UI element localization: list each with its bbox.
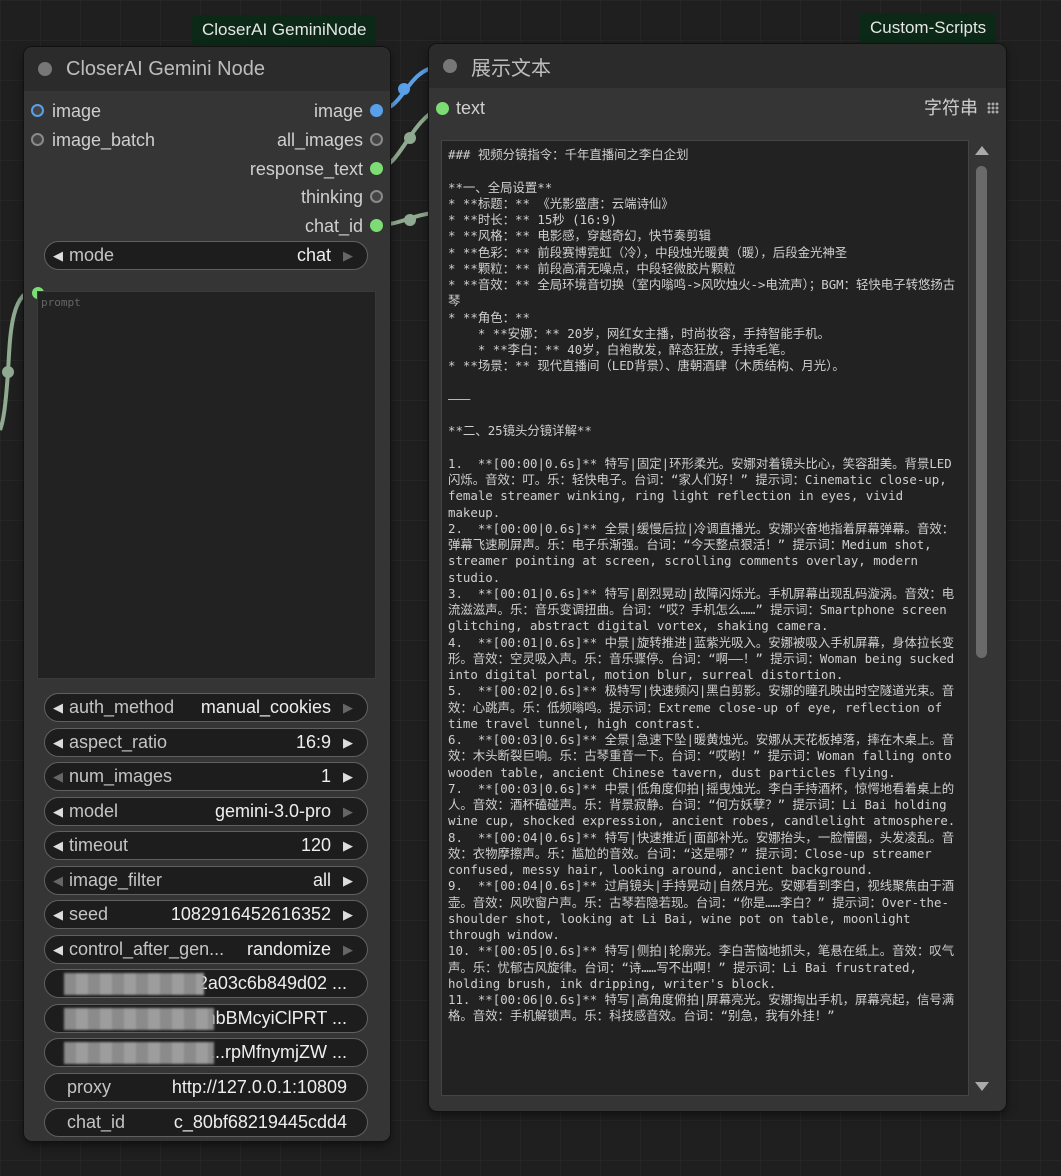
output-response-text-socket[interactable] [370,162,383,175]
gemini-node[interactable]: CloserAI Gemini Node image image_batch i… [24,47,390,1141]
widget-value: 16:9 [295,732,331,752]
widget-value: 1 [320,766,331,786]
wire-prompt-knot [2,366,14,378]
text-input-label: text [456,98,486,118]
increment-arrow-icon[interactable]: ▶ [343,942,359,958]
decrement-arrow-icon[interactable]: ◀ [53,769,69,785]
scrollbar[interactable] [971,140,993,1096]
widget-value: manual_cookies [200,697,331,717]
node-source-badge: CloserAI GeminiNode [192,15,377,45]
widget-seed[interactable]: ◀ seed 1082916452616352 ▶ [44,900,368,929]
proxy-value: http://127.0.0.1:10809 [171,1077,347,1097]
input-image-batch-label: image_batch [52,130,156,150]
widget-aspect-ratio[interactable]: ◀ aspect_ratio 16:9 ▶ [44,728,368,757]
widget-image-filter[interactable]: ◀ image_filter all ▶ [44,866,368,895]
prompt-textarea[interactable]: prompt [37,291,376,679]
output-image-socket[interactable] [370,104,383,117]
scroll-thumb[interactable] [976,166,987,658]
widget-label: control_after_gen... [69,939,225,959]
input-image-socket[interactable] [31,104,44,117]
text-node-title: 展示文本 [471,57,551,80]
widget-control-after-gen[interactable]: ◀ control_after_gen... randomize ▶ [44,935,368,964]
increment-arrow-icon[interactable]: ▶ [343,907,359,923]
widget-label: num_images [69,766,173,786]
input-image-batch-socket[interactable] [31,133,44,146]
redacted-blur [64,973,204,995]
output-chat-id-label: chat_id [304,216,363,236]
mode-label: mode [69,245,115,265]
increment-arrow-icon[interactable]: ▶ [343,769,359,785]
gemini-node-title: CloserAI Gemini Node [66,57,265,80]
output-thinking-label: thinking [300,187,363,207]
redacted-blur [64,1008,214,1030]
gemini-node-title-bar[interactable]: CloserAI Gemini Node [24,47,390,91]
text-input-socket[interactable] [436,102,449,115]
proxy-field[interactable]: proxy http://127.0.0.1:10809 [44,1073,368,1102]
widget-model[interactable]: ◀ model gemini-3.0-pro ▶ [44,797,368,826]
widget-num-images[interactable]: ◀ num_images 1 ▶ [44,762,368,791]
decrement-arrow-icon[interactable]: ◀ [53,700,69,716]
wire-image-knot [398,83,410,95]
increment-arrow-icon[interactable]: ▶ [343,838,359,854]
chat-id-label: chat_id [67,1112,126,1132]
scroll-down-icon[interactable] [975,1082,989,1091]
chat-id-field[interactable]: chat_id c_80bf68219445cdd4 [44,1108,368,1137]
widget-label: timeout [69,835,129,855]
output-response-text-label: response_text [249,159,363,179]
collapse-dot-icon[interactable] [38,62,52,76]
increment-arrow-icon[interactable]: ▶ [343,248,359,264]
decrement-arrow-icon[interactable]: ◀ [53,735,69,751]
collapse-dot-icon[interactable] [443,59,457,73]
output-all-images-socket[interactable] [370,133,383,146]
widget-label: aspect_ratio [69,732,168,752]
wire-chat-id-knot [404,214,416,226]
wire-response-knot [404,132,416,144]
widget-value: all [312,870,331,890]
output-chat-id-socket[interactable] [370,219,383,232]
widget-auth-method[interactable]: ◀ auth_method manual_cookies ▶ [44,693,368,722]
widget-value: randomize [246,939,331,959]
chat-id-value: c_80bf68219445cdd4 [173,1112,347,1132]
widget-value: 1082916452616352 [170,904,331,924]
mode-value: chat [296,245,331,265]
redacted-blur [64,1042,214,1064]
increment-arrow-icon[interactable]: ▶ [343,735,359,751]
widget-value: 120 [300,835,331,855]
increment-arrow-icon[interactable]: ▶ [343,804,359,820]
type-label: 字符串 [924,98,978,118]
widget-value: gemini-3.0-pro [214,801,331,821]
widget-label: model [69,801,119,821]
text-display-node[interactable]: 展示文本 text 字符串 ### 视频分镜指令：千年直播间之李白企划 **一、… [429,44,1006,1111]
increment-arrow-icon[interactable]: ▶ [343,873,359,889]
decrement-arrow-icon[interactable]: ◀ [53,804,69,820]
decrement-arrow-icon[interactable]: ◀ [53,942,69,958]
decrement-arrow-icon[interactable]: ◀ [53,907,69,923]
text-node-title-bar[interactable]: 展示文本 [429,44,1006,88]
decrement-arrow-icon[interactable]: ◀ [53,838,69,854]
input-image-label: image [52,101,102,121]
widget-label: auth_method [69,697,175,717]
scroll-up-icon[interactable] [975,146,989,155]
prompt-placeholder: prompt [41,296,81,309]
increment-arrow-icon[interactable]: ▶ [343,700,359,716]
widget-label: seed [69,904,109,924]
decrement-arrow-icon[interactable]: ◀ [53,873,69,889]
output-all-images-label: all_images [276,130,363,150]
node-source-badge-right: Custom-Scripts [860,13,997,43]
mode-combo[interactable]: ◀ mode chat ▶ [44,241,368,270]
decrement-arrow-icon[interactable]: ◀ [53,248,69,264]
widget-label: image_filter [69,870,163,890]
output-thinking-socket[interactable] [370,190,383,203]
widget-timeout[interactable]: ◀ timeout 120 ▶ [44,831,368,860]
output-text-area[interactable]: ### 视频分镜指令：千年直播间之李白企划 **一、全局设置** * **标题：… [441,140,969,1096]
proxy-label: proxy [67,1077,112,1097]
output-image-label: image [313,101,363,121]
grid-icon [987,102,999,114]
